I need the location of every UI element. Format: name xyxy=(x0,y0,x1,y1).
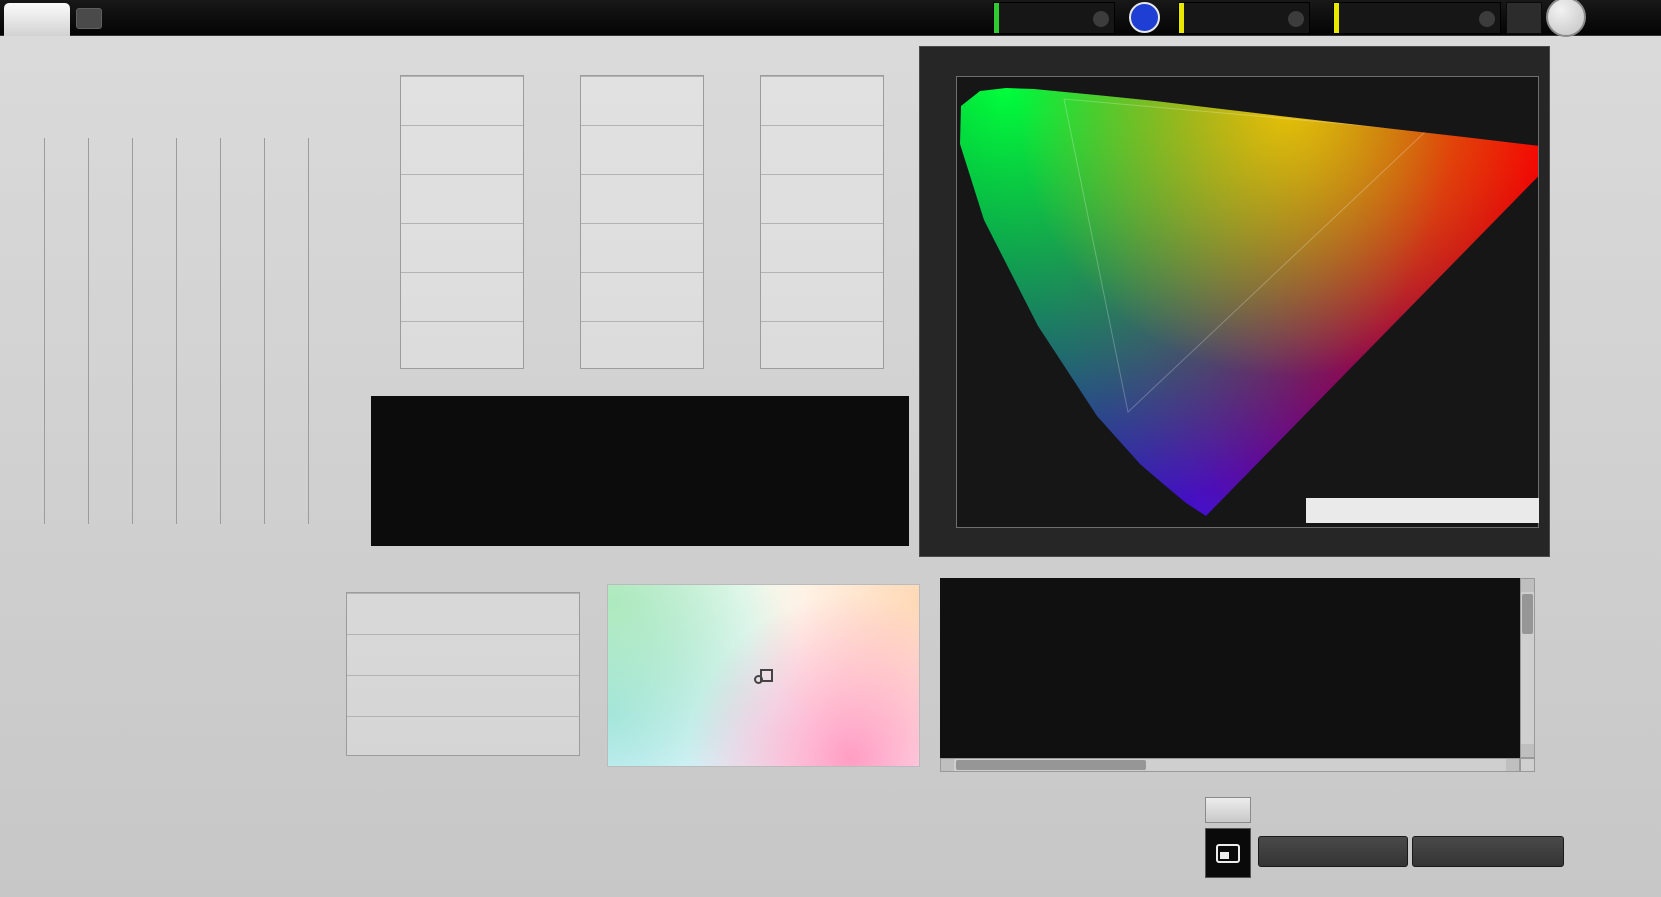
deltal-y-axis xyxy=(370,75,396,369)
scroll-right-icon[interactable] xyxy=(1506,759,1519,771)
current-reading-xy xyxy=(40,662,100,685)
source-accent xyxy=(1179,3,1184,33)
cie1976-panel xyxy=(919,46,1550,557)
cie1976-y-axis xyxy=(922,76,952,528)
deltae2000-chart xyxy=(44,138,352,524)
add-tab-button[interactable] xyxy=(76,8,102,29)
rgb-balance-chart xyxy=(346,592,580,756)
pattern-up-button[interactable] xyxy=(1205,797,1251,823)
deltac-chart xyxy=(580,75,704,369)
next-button[interactable] xyxy=(1412,836,1564,867)
cie1931-reading-marker xyxy=(754,675,763,684)
scroll-up-icon[interactable] xyxy=(1521,579,1534,592)
display-control-accent xyxy=(1334,3,1339,33)
table-horizontal-scrollbar[interactable] xyxy=(940,758,1520,772)
app-root xyxy=(0,0,1661,897)
settings-button[interactable] xyxy=(1506,2,1542,34)
cie1976-markers xyxy=(956,76,1539,528)
rgb-balance-y-axis xyxy=(318,592,342,756)
display-control-dropdown[interactable] xyxy=(1333,2,1501,34)
meter-accent xyxy=(994,3,999,33)
scroll-left-icon[interactable] xyxy=(941,759,954,771)
gamut-coverage xyxy=(1306,498,1539,523)
pattern-window-button[interactable] xyxy=(1205,828,1251,878)
actual-row-label xyxy=(372,402,386,460)
target-row-label xyxy=(372,462,386,520)
deltae2000-x-axis xyxy=(44,528,352,542)
deltah-y-axis xyxy=(730,75,756,369)
deltal-chart xyxy=(400,75,524,369)
tab-history-1[interactable] xyxy=(4,3,70,36)
scrollbar-thumb[interactable] xyxy=(956,760,1146,770)
scrollbar-corner xyxy=(1520,758,1535,772)
chevron-down-icon[interactable] xyxy=(1479,11,1495,27)
cie1931-chart xyxy=(607,584,920,767)
chevron-down-icon[interactable] xyxy=(1093,11,1109,27)
top-bar xyxy=(0,0,1661,37)
table-vertical-scrollbar[interactable] xyxy=(1520,578,1535,758)
measurement-count-badge[interactable] xyxy=(1129,2,1160,33)
scroll-down-icon[interactable] xyxy=(1521,744,1534,757)
back-button[interactable] xyxy=(1258,836,1408,867)
deltac-y-axis xyxy=(550,75,576,369)
source-dropdown[interactable] xyxy=(1178,2,1310,34)
deltah-chart xyxy=(760,75,884,369)
measurement-table xyxy=(940,578,1520,758)
actual-target-swatch-panel xyxy=(371,396,909,546)
corner-circle-button[interactable] xyxy=(1546,0,1586,37)
window-icon xyxy=(1216,843,1240,863)
chevron-down-icon[interactable] xyxy=(1288,11,1304,27)
cie1976-x-axis xyxy=(956,534,1539,548)
meter-dropdown[interactable] xyxy=(993,2,1115,34)
scrollbar-thumb[interactable] xyxy=(1522,594,1533,634)
